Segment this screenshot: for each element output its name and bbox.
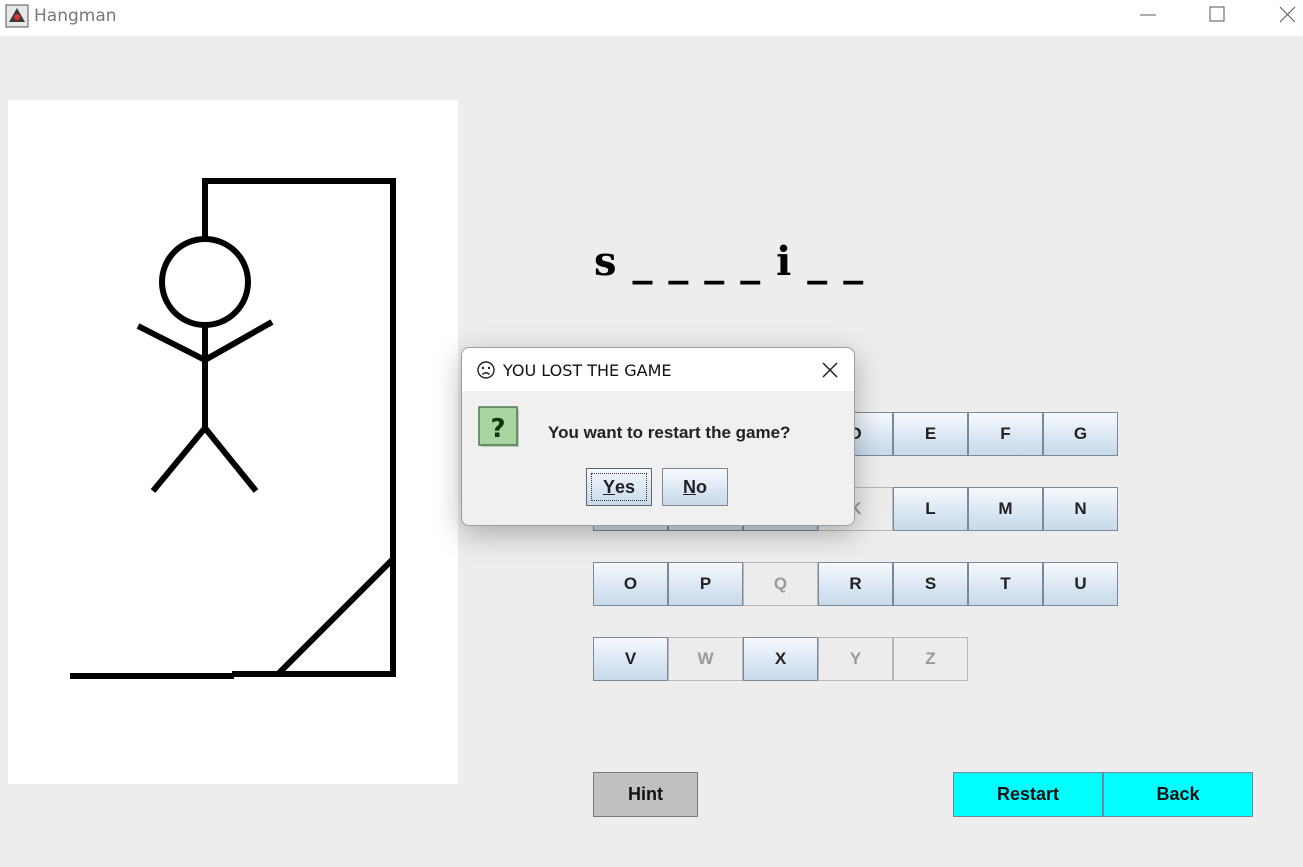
dialog-title: YOU LOST THE GAME <box>503 361 672 380</box>
letter-button-z[interactable]: Z <box>893 637 968 681</box>
window-titlebar: Hangman <box>0 0 1303 36</box>
letter-button-g[interactable]: G <box>1043 412 1118 456</box>
yes-mnemonic: Y <box>602 476 615 497</box>
letter-button-f[interactable]: F <box>968 412 1043 456</box>
letter-button-s[interactable]: S <box>893 562 968 606</box>
letter-button-l[interactable]: L <box>893 487 968 531</box>
maximize-icon <box>1209 6 1225 22</box>
window-title: Hangman <box>34 6 117 26</box>
letter-button-o[interactable]: O <box>593 562 668 606</box>
letter-button-y[interactable]: Y <box>818 637 893 681</box>
close-window-button[interactable] <box>1252 0 1303 32</box>
close-icon <box>1279 6 1296 23</box>
dialog-titlebar: YOU LOST THE GAME <box>462 348 854 391</box>
yes-label-rest: es <box>614 476 636 497</box>
word-display: s _ _ _ _ i _ _ <box>594 238 865 285</box>
no-label-rest: o <box>696 476 707 497</box>
letter-button-e[interactable]: E <box>893 412 968 456</box>
gallows-brace <box>275 557 395 677</box>
dialog-message: You want to restart the game? <box>548 423 791 442</box>
maximize-button[interactable] <box>1182 0 1252 32</box>
letter-button-p[interactable]: P <box>668 562 743 606</box>
letter-button-r[interactable]: R <box>818 562 893 606</box>
svg-text:?: ? <box>490 414 505 444</box>
no-button[interactable]: No <box>662 468 728 506</box>
sad-face-icon <box>477 361 495 379</box>
hangman-left-arm <box>136 323 207 363</box>
java-app-icon <box>5 4 29 28</box>
question-icon: ? <box>478 406 519 447</box>
letter-button-w[interactable]: W <box>668 637 743 681</box>
hint-button[interactable]: Hint <box>593 772 698 817</box>
minimize-icon <box>1140 14 1156 16</box>
letter-button-t[interactable]: T <box>968 562 1043 606</box>
letter-button-m[interactable]: M <box>968 487 1043 531</box>
yes-button[interactable]: Yes <box>586 468 652 506</box>
no-mnemonic: N <box>683 476 696 497</box>
hangman-right-leg <box>202 426 259 493</box>
letter-button-u[interactable]: U <box>1043 562 1118 606</box>
back-button[interactable]: Back <box>1103 772 1253 817</box>
letter-button-n[interactable]: N <box>1043 487 1118 531</box>
dialog-close-icon[interactable] <box>818 358 842 382</box>
hangman-right-arm <box>203 319 274 363</box>
minimize-button[interactable] <box>1112 0 1182 32</box>
hangman-left-leg <box>150 426 208 493</box>
hangman-drawing <box>70 178 396 679</box>
hangman-canvas <box>8 100 458 784</box>
letter-button-v[interactable]: V <box>593 637 668 681</box>
letter-button-q[interactable]: Q <box>743 562 818 606</box>
letter-button-x[interactable]: X <box>743 637 818 681</box>
restart-button[interactable]: Restart <box>953 772 1103 817</box>
lost-game-dialog: YOU LOST THE GAME ? You want to restart … <box>461 347 855 526</box>
hangman-head <box>159 236 251 328</box>
